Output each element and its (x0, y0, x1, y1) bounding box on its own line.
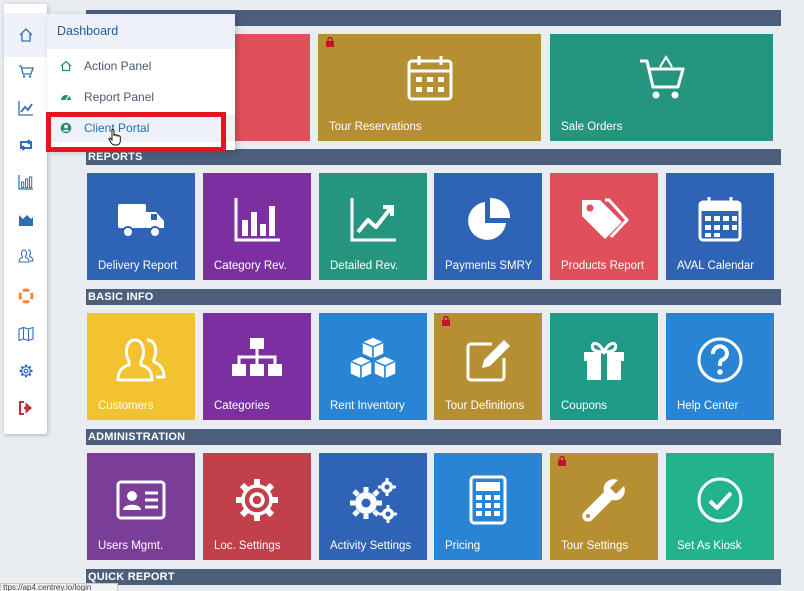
sitemap-icon (203, 335, 311, 385)
highlight-box (46, 112, 226, 152)
sign-out-icon (18, 401, 32, 415)
bar-chart-icon (203, 195, 311, 245)
sidebar-item-life-ring[interactable] (4, 281, 47, 311)
tile-label: AVAL Calendar (677, 260, 755, 272)
question-icon (666, 335, 774, 385)
chart-line-icon (17, 101, 33, 116)
tile-label: Help Center (677, 400, 739, 412)
cubes-icon (319, 335, 427, 385)
tile-activity-settings[interactable]: Activity Settings (319, 453, 427, 560)
tile-label: Coupons (561, 400, 608, 412)
sidebar-rail (4, 4, 47, 434)
tile-set-as-kiosk[interactable]: Set As Kiosk (666, 453, 774, 560)
tile-loc-settings[interactable]: Loc. Settings (203, 453, 311, 560)
sidebar-item-home[interactable] (4, 13, 47, 57)
tile-label: Detailed Rev. (330, 260, 399, 272)
sidebar-item-settings[interactable] (4, 356, 47, 386)
gears-icon (319, 475, 427, 525)
tile-label: Categories (214, 400, 270, 412)
home-icon (19, 28, 32, 42)
sidebar-item-users[interactable] (4, 241, 47, 271)
tile-rent-inventory[interactable]: Rent Inventory (319, 313, 427, 420)
tags-icon (550, 195, 658, 245)
tile-tour-settings[interactable]: Tour Settings (550, 453, 658, 560)
sidebar-item-area-chart[interactable] (4, 204, 47, 234)
calculator-icon (434, 475, 542, 525)
check-circle-icon (666, 475, 774, 525)
tile-users-mgmt[interactable]: Users Mgmt. (87, 453, 195, 560)
calendar-icon (318, 54, 541, 104)
section-quick-report: QUICK REPORT (86, 569, 781, 585)
section-basic-info: BASIC INFO (86, 289, 781, 305)
sidebar-item-cart[interactable] (4, 56, 47, 86)
browser-status-url: ttps://ap4.centrey.io/login (0, 583, 118, 591)
area-chart-icon (18, 215, 33, 226)
tile-payments-smry[interactable]: Payments SMRY (434, 173, 542, 280)
tile-products-report[interactable]: Products Report (550, 173, 658, 280)
tile-label: Activity Settings (330, 540, 412, 552)
tile-label: Pricing (445, 540, 481, 552)
cart-icon (18, 65, 34, 78)
retweet-icon (19, 139, 32, 151)
tile-label: Set As Kiosk (677, 540, 742, 552)
gift-icon (550, 335, 658, 385)
tile-label: Tour Reservations (329, 121, 422, 133)
tile-label: Rent Inventory (330, 400, 405, 412)
tile-help-center[interactable]: Help Center (666, 313, 774, 420)
sidebar-item-map[interactable] (4, 319, 47, 349)
tile-label: Tour Definitions (445, 400, 525, 412)
tile-label: Delivery Report (98, 260, 178, 272)
tile-delivery-report[interactable]: Delivery Report (87, 173, 195, 280)
gear-icon (203, 475, 311, 525)
tile-category-rev[interactable]: Category Rev. (203, 173, 311, 280)
wrench-icon (550, 475, 658, 525)
tile-label: Sale Orders (561, 121, 623, 133)
pie-chart-icon (434, 195, 542, 245)
tile-customers[interactable]: Customers (87, 313, 195, 420)
life-ring-icon (18, 288, 33, 304)
menu-item-label: Report Panel (84, 90, 155, 104)
lock-icon (558, 456, 566, 466)
lock-icon (442, 316, 450, 326)
tile-label: Tour Settings (561, 540, 629, 552)
sidebar-item-retweet[interactable] (4, 130, 47, 160)
home-icon (60, 60, 72, 72)
tile-coupons[interactable]: Coupons (550, 313, 658, 420)
cart-icon (550, 54, 773, 104)
section-administration: ADMINISTRATION (86, 429, 781, 445)
tile-detailed-rev[interactable]: Detailed Rev. (319, 173, 427, 280)
users-icon (87, 335, 195, 385)
tile-sale-orders[interactable]: Sale Orders (550, 34, 773, 141)
sidebar-item-bar-chart[interactable] (4, 167, 47, 197)
gear-icon (19, 364, 32, 378)
bar-chart-icon (17, 175, 33, 190)
lock-icon (326, 37, 334, 47)
map-icon (17, 326, 34, 342)
menu-item-action-panel[interactable]: Action Panel (47, 52, 235, 80)
calendar-icon (666, 195, 774, 245)
tile-label: Loc. Settings (214, 540, 281, 552)
sidebar-item-logout[interactable] (4, 393, 47, 423)
tile-aval-calendar[interactable]: AVAL Calendar (666, 173, 774, 280)
menu-item-report-panel[interactable]: Report Panel (47, 83, 235, 111)
hand-cursor-icon (108, 128, 121, 146)
tile-tour-definitions[interactable]: Tour Definitions (434, 313, 542, 420)
tile-label: Customers (98, 400, 154, 412)
tile-label: Payments SMRY (445, 260, 533, 272)
tile-label: Products Report (561, 260, 645, 272)
edit-icon (434, 335, 542, 385)
dropdown-header[interactable]: Dashboard (47, 14, 235, 49)
tile-categories[interactable]: Categories (203, 313, 311, 420)
sidebar-item-chart-line[interactable] (4, 93, 47, 123)
tile-tour-reservations[interactable]: Tour Reservations (318, 34, 541, 141)
id-card-icon (87, 475, 195, 525)
menu-item-label: Action Panel (84, 59, 152, 73)
gauge-icon (61, 95, 71, 101)
tile-pricing[interactable]: Pricing (434, 453, 542, 560)
truck-icon (87, 195, 195, 245)
users-icon (17, 249, 34, 263)
tile-label: Category Rev. (214, 260, 287, 272)
line-chart-icon (319, 195, 427, 245)
tile-label: Users Mgmt. (98, 540, 164, 552)
